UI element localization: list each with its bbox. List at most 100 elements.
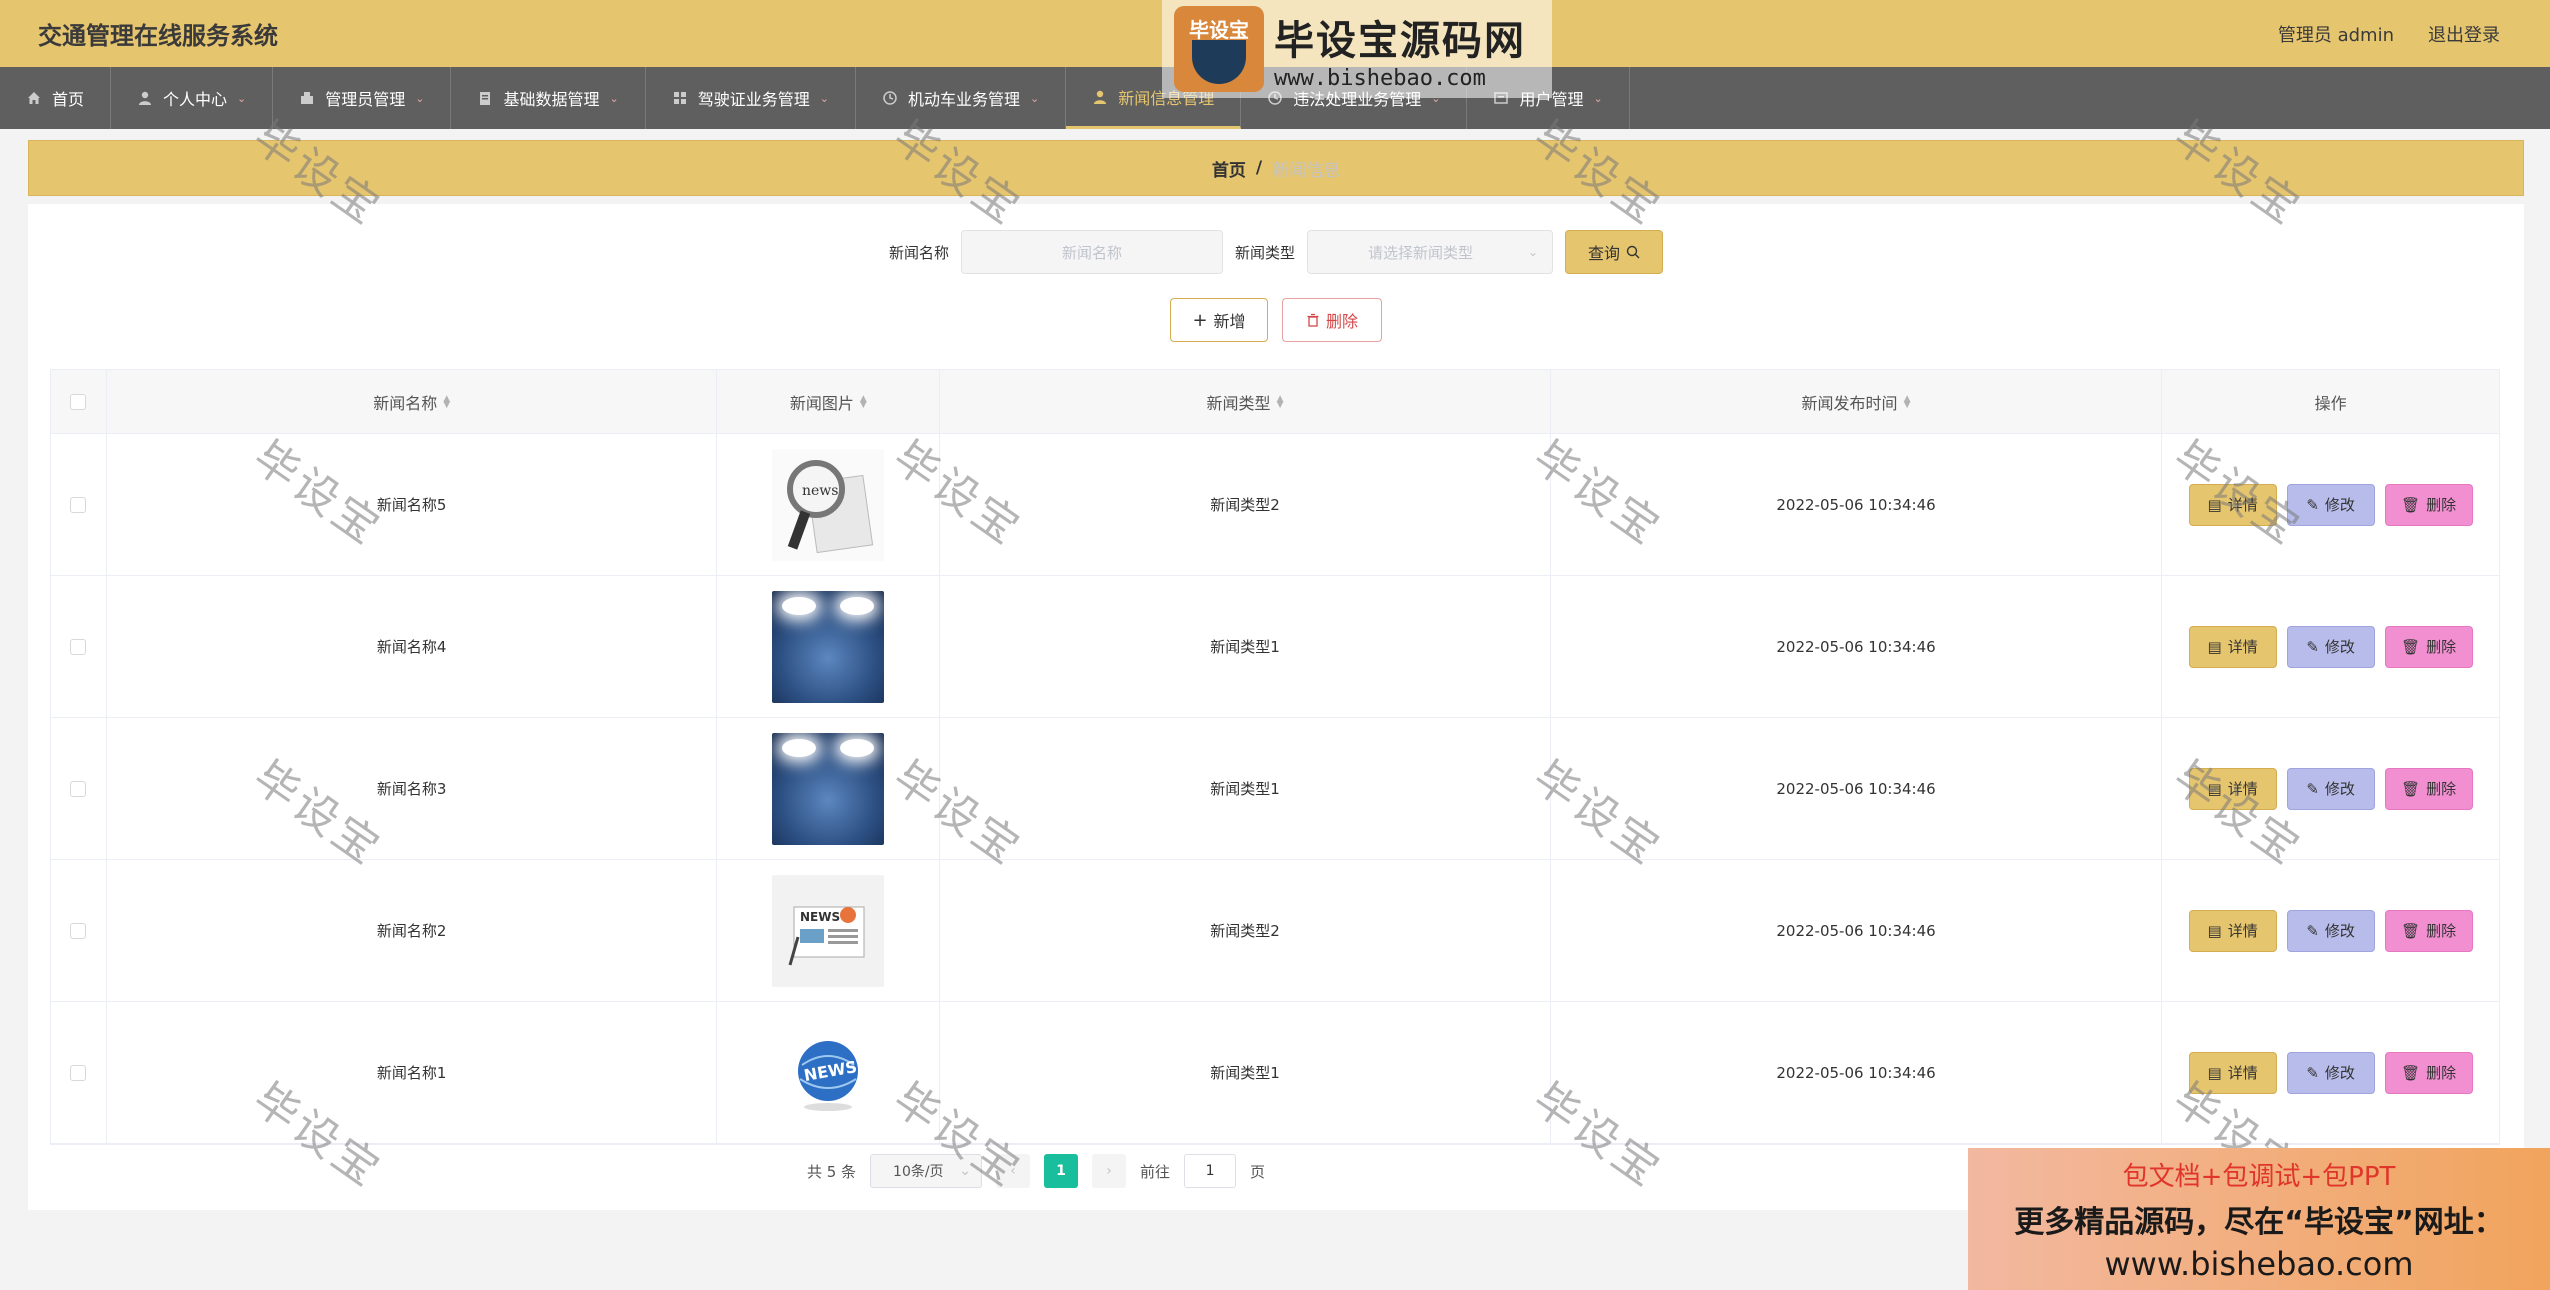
delete-button[interactable]: 🗑 删除 bbox=[2384, 1051, 2473, 1094]
news-table: 新闻名称 ▲ ▼ 新闻图片 ▲ ▼ 新闻类型 ▲ ▼ 新闻发布时间 ▲ ▼ 操作 新闻名称5 n… bbox=[50, 369, 2500, 1145]
logout-link[interactable]: 退出登录 bbox=[2428, 21, 2500, 47]
add-label: 新增 bbox=[1213, 312, 1246, 331]
next-page-button[interactable]: › bbox=[1092, 1154, 1127, 1188]
news-thumbnail[interactable]: NEWS bbox=[772, 1016, 885, 1129]
breadcrumb-separator: / bbox=[1255, 158, 1263, 178]
nav-label: 基础数据管理 bbox=[503, 90, 600, 109]
detail-button[interactable]: ▤ 详情 bbox=[2188, 1051, 2277, 1094]
col-header-type[interactable]: 新闻类型 ▲ ▼ bbox=[940, 370, 1551, 433]
document-icon: ▤ bbox=[2207, 779, 2222, 798]
document-icon: ▤ bbox=[2207, 637, 2222, 656]
add-button[interactable]: + 新增 bbox=[1170, 298, 1268, 342]
news-thumbnail[interactable] bbox=[772, 732, 885, 845]
trash-icon bbox=[1307, 313, 1319, 327]
newspaper-image: NEWS bbox=[788, 906, 865, 965]
news-thumbnail[interactable] bbox=[772, 590, 885, 703]
row-checkbox[interactable] bbox=[70, 638, 87, 655]
cell-type: 新闻类型1 bbox=[940, 718, 1551, 859]
breadcrumb: 首页 / 新闻信息 bbox=[28, 140, 2524, 196]
row-checkbox[interactable] bbox=[70, 780, 87, 797]
magnifier-news-image: news bbox=[787, 459, 874, 553]
nav-item-basic-data[interactable]: 基础数据管理 ⌄ bbox=[451, 67, 646, 129]
chevron-down-icon: ⌄ bbox=[959, 1163, 972, 1179]
edit-label: 修改 bbox=[2324, 922, 2355, 940]
col-header-image[interactable]: 新闻图片 ▲ ▼ bbox=[717, 370, 941, 433]
detail-label: 详情 bbox=[2227, 922, 2258, 940]
table-header: 新闻名称 ▲ ▼ 新闻图片 ▲ ▼ 新闻类型 ▲ ▼ 新闻发布时间 ▲ ▼ 操作 bbox=[51, 370, 2499, 434]
nav-item-home[interactable]: 首页 bbox=[0, 67, 112, 129]
batch-delete-button[interactable]: 删除 bbox=[1282, 298, 1382, 342]
app-title: 交通管理在线服务系统 bbox=[38, 22, 278, 50]
cell-time: 2022-05-06 10:34:46 bbox=[1551, 718, 2163, 859]
logo-title: 毕设宝源码网 bbox=[1274, 17, 1526, 64]
row-checkbox[interactable] bbox=[70, 1064, 87, 1081]
sort-icon[interactable]: ▲ ▼ bbox=[1277, 394, 1284, 409]
delete-button[interactable]: 🗑 删除 bbox=[2384, 625, 2473, 668]
chevron-down-icon: ⌄ bbox=[1527, 245, 1539, 259]
row-actions: ▤ 详情 ✎ 修改 🗑 删除 bbox=[2188, 483, 2473, 526]
detail-button[interactable]: ▤ 详情 bbox=[2188, 909, 2277, 952]
col-header-label: 新闻类型 bbox=[1206, 393, 1271, 413]
edit-button[interactable]: ✎ 修改 bbox=[2286, 1051, 2375, 1094]
edit-icon: ✎ bbox=[2306, 637, 2319, 656]
promo-line-2: 更多精品源码，尽在“毕设宝”网址： bbox=[2014, 1204, 2504, 1240]
grid-icon bbox=[673, 92, 686, 104]
delete-button[interactable]: 🗑 删除 bbox=[2384, 767, 2473, 810]
spotlight-icon bbox=[840, 738, 875, 757]
cell-type: 新闻类型2 bbox=[940, 860, 1551, 1001]
col-header-label: 新闻发布时间 bbox=[1801, 393, 1898, 413]
edit-button[interactable]: ✎ 修改 bbox=[2286, 909, 2375, 952]
edit-button[interactable]: ✎ 修改 bbox=[2286, 767, 2375, 810]
col-header-name[interactable]: 新闻名称 ▲ ▼ bbox=[107, 370, 718, 433]
query-button[interactable]: 查询 bbox=[1565, 230, 1664, 274]
page-size-value: 10条/页 bbox=[893, 1164, 944, 1180]
prev-page-button[interactable]: ‹ bbox=[996, 1154, 1031, 1188]
sort-icon[interactable]: ▲ ▼ bbox=[1904, 394, 1911, 409]
delete-button[interactable]: 🗑 删除 bbox=[2384, 483, 2473, 526]
globe-news-image: NEWS bbox=[798, 1040, 859, 1111]
cell-name: 新闻名称3 bbox=[107, 718, 718, 859]
row-actions: ▤ 详情 ✎ 修改 🗑 删除 bbox=[2188, 909, 2473, 952]
news-type-label: 新闻类型 bbox=[1235, 243, 1296, 262]
action-bar: + 新增 删除 bbox=[28, 298, 2524, 342]
sort-icon[interactable]: ▲ ▼ bbox=[860, 394, 867, 409]
trash-icon: 🗑 bbox=[2401, 637, 2421, 656]
logo-url: www.bishebao.com bbox=[1274, 65, 1486, 91]
chevron-down-icon: ⌄ bbox=[237, 91, 247, 105]
trash-icon: 🗑 bbox=[2401, 495, 2421, 514]
edit-button[interactable]: ✎ 修改 bbox=[2286, 483, 2375, 526]
detail-label: 详情 bbox=[2227, 780, 2258, 798]
news-type-select[interactable]: 请选择新闻类型 ⌄ bbox=[1307, 230, 1554, 274]
clipboard-icon bbox=[480, 92, 491, 105]
search-icon bbox=[1626, 245, 1640, 259]
news-name-input[interactable]: 新闻名称 bbox=[961, 230, 1223, 274]
current-user[interactable]: 管理员 admin bbox=[2278, 21, 2394, 47]
detail-button[interactable]: ▤ 详情 bbox=[2188, 625, 2277, 668]
news-thumbnail[interactable]: NEWS bbox=[772, 874, 885, 987]
row-checkbox[interactable] bbox=[70, 496, 87, 513]
goto-page-input[interactable]: 1 bbox=[1184, 1154, 1237, 1188]
sort-icon[interactable]: ▲ ▼ bbox=[443, 394, 450, 409]
page-number[interactable]: 1 bbox=[1044, 1154, 1079, 1188]
news-thumbnail[interactable]: news bbox=[772, 448, 885, 561]
detail-button[interactable]: ▤ 详情 bbox=[2188, 767, 2277, 810]
row-checkbox[interactable] bbox=[70, 922, 87, 939]
content-panel: 新闻名称 新闻名称 新闻类型 请选择新闻类型 ⌄ 查询 + 新增 删除 新闻名称… bbox=[28, 204, 2524, 1210]
row-actions: ▤ 详情 ✎ 修改 🗑 删除 bbox=[2188, 1051, 2473, 1094]
select-all-checkbox[interactable] bbox=[70, 393, 87, 410]
edit-button[interactable]: ✎ 修改 bbox=[2286, 625, 2375, 668]
page-size-select[interactable]: 10条/页 ⌄ bbox=[870, 1154, 983, 1188]
nav-item-admin[interactable]: 管理员管理 ⌄ bbox=[273, 67, 452, 129]
delete-label: 删除 bbox=[2426, 1064, 2457, 1082]
delete-button[interactable]: 🗑 删除 bbox=[2384, 909, 2473, 952]
detail-button[interactable]: ▤ 详情 bbox=[2188, 483, 2277, 526]
nav-item-license[interactable]: 驾驶证业务管理 ⌄ bbox=[646, 67, 856, 129]
table-row: 新闻名称3 新闻类型1 2022-05-06 10:34:46 ▤ 详情 ✎ 修改 … bbox=[51, 718, 2499, 860]
delete-label: 删除 bbox=[2426, 922, 2457, 940]
nav-item-vehicle[interactable]: 机动车业务管理 ⌄ bbox=[856, 67, 1067, 129]
cell-time: 2022-05-06 10:34:46 bbox=[1551, 576, 2163, 717]
nav-item-personal[interactable]: 个人中心 ⌄ bbox=[111, 67, 274, 129]
breadcrumb-home[interactable]: 首页 bbox=[1212, 156, 1246, 181]
cell-name: 新闻名称4 bbox=[107, 576, 718, 717]
col-header-time[interactable]: 新闻发布时间 ▲ ▼ bbox=[1551, 370, 2163, 433]
